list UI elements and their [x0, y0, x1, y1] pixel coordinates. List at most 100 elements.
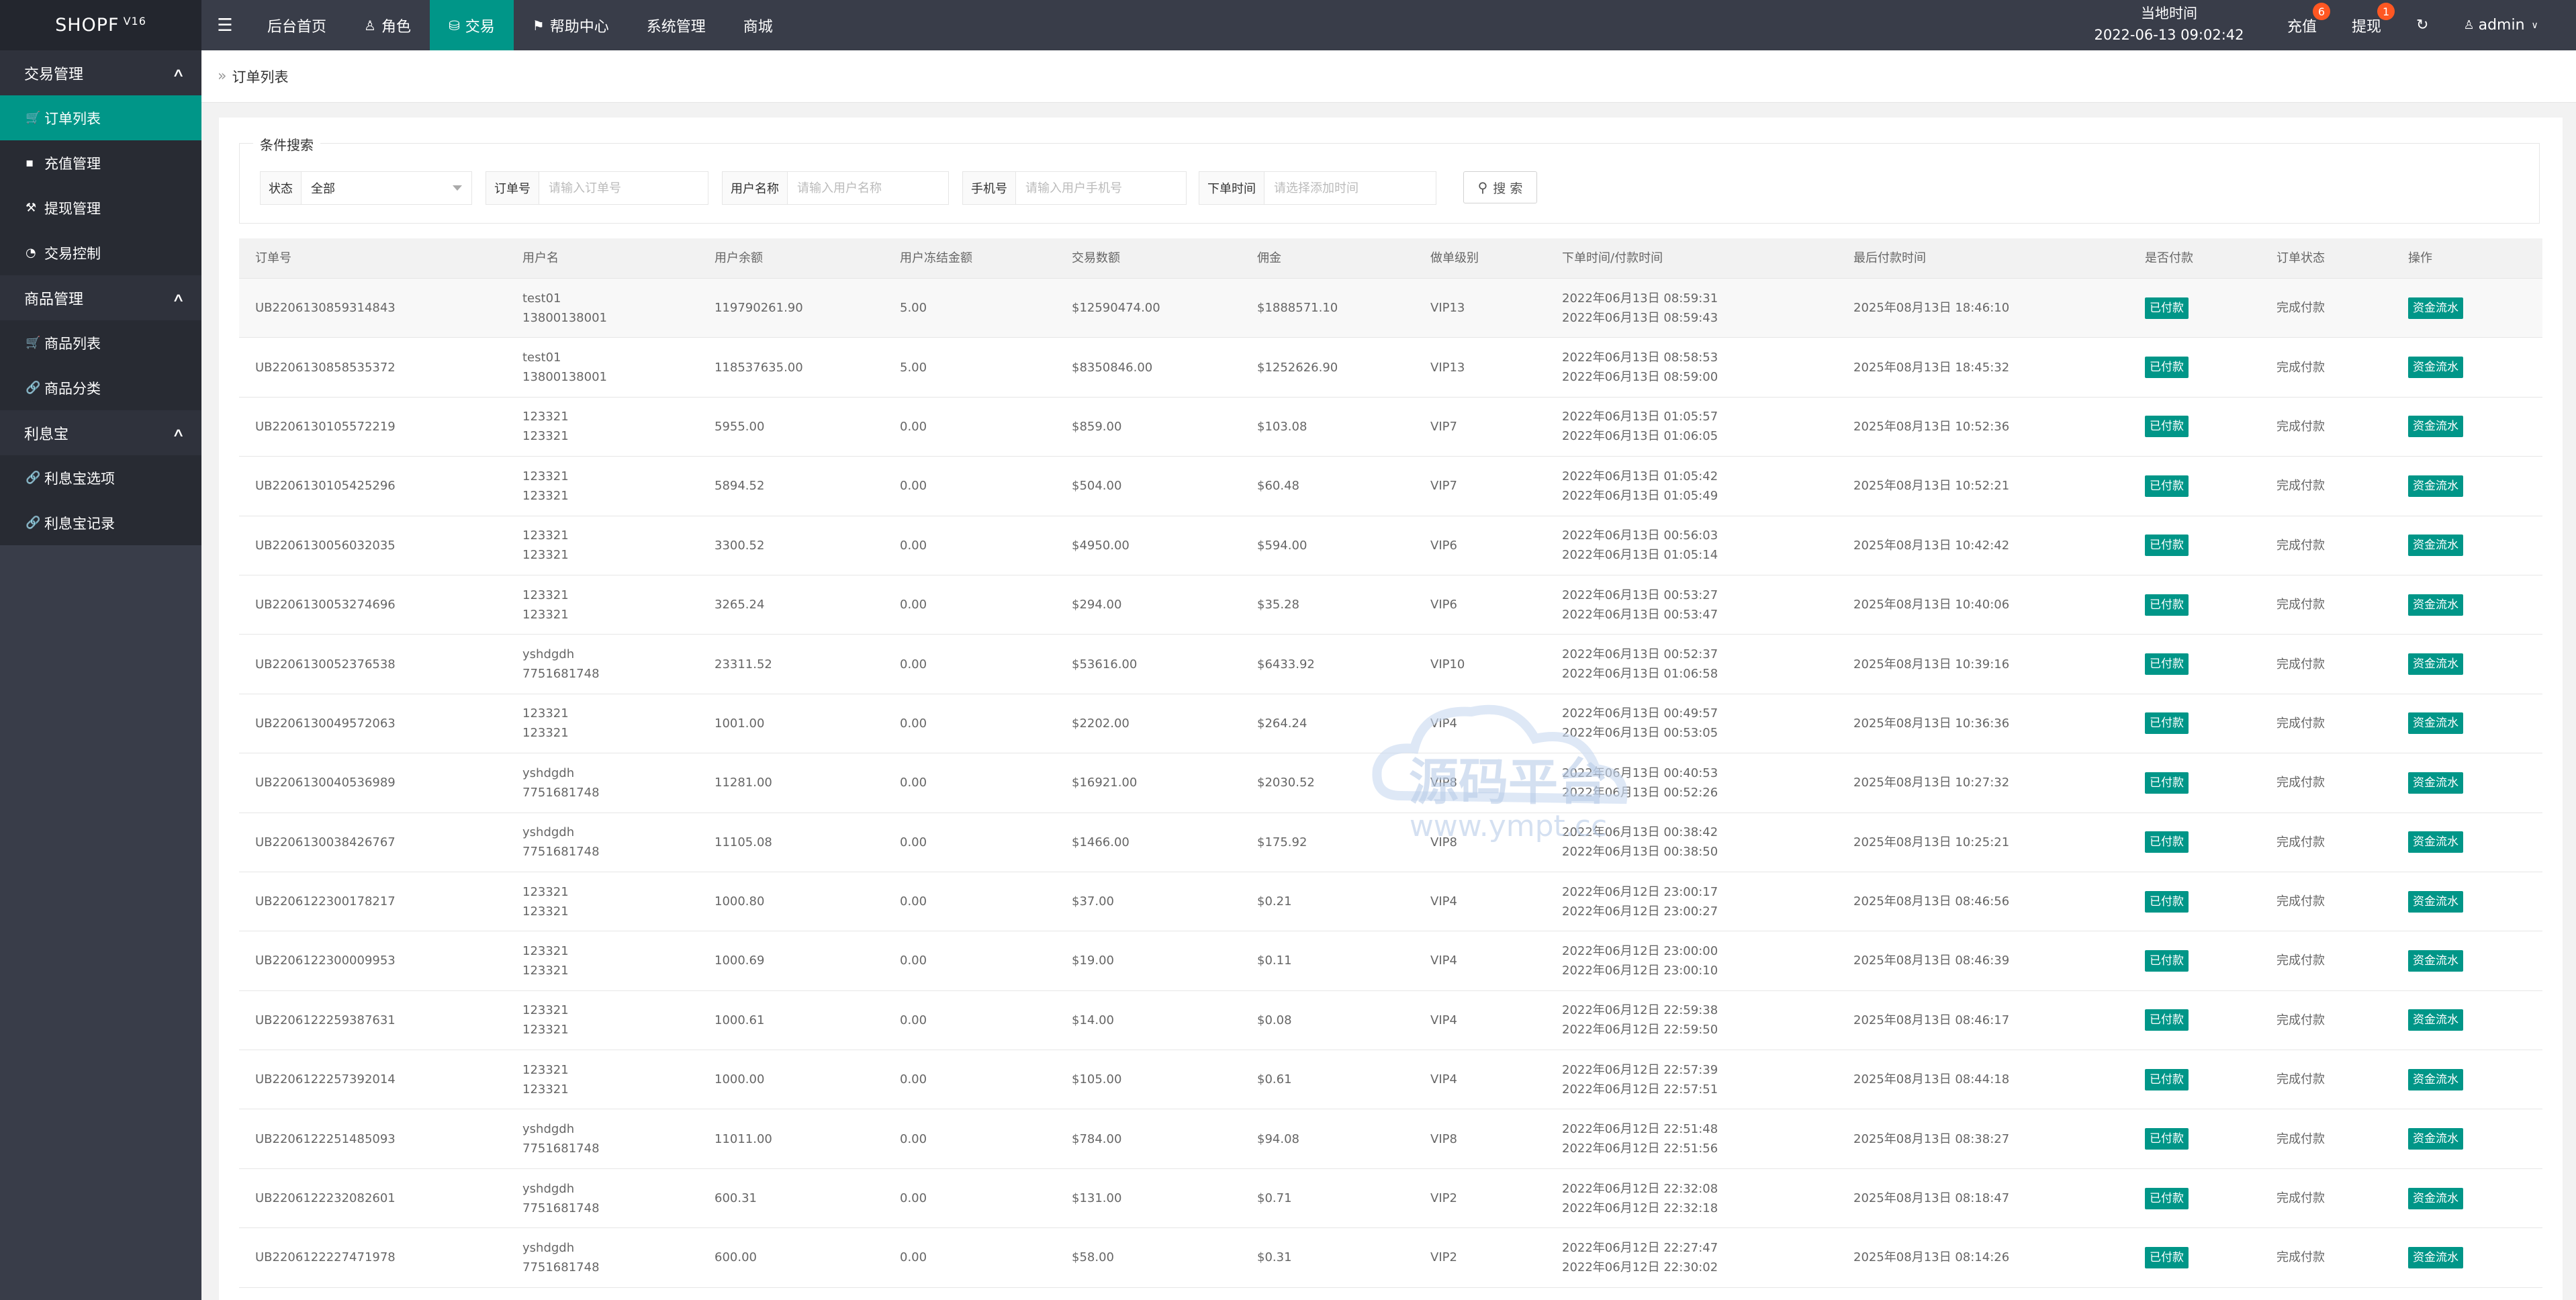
- cell-times: 2022年06月13日 01:05:42 2022年06月13日 01:05:49: [1546, 467, 1837, 506]
- fund-flow-button[interactable]: 资金流水: [2408, 1128, 2463, 1150]
- header-frozen[interactable]: 用户冻结金额: [884, 248, 1056, 268]
- order-no: UB2206122259387631: [255, 1013, 396, 1027]
- withdraw-link[interactable]: 提现 1: [2334, 0, 2399, 50]
- table-row[interactable]: UB2206122300178217 123321 123321 1000.80 0.0…: [239, 872, 2542, 932]
- nav-trade[interactable]: ⛁ 交易: [429, 0, 514, 50]
- fund-flow-button[interactable]: 资金流水: [2408, 475, 2463, 497]
- table-row[interactable]: UB2206130859314843 test01 13800138001 11979…: [239, 279, 2542, 338]
- table-row[interactable]: UB2206130040536989 yshdgdh 7751681748 11281…: [239, 753, 2542, 813]
- header-username[interactable]: 用户名: [506, 248, 698, 268]
- cell-commission: $103.08: [1241, 417, 1414, 436]
- fund-flow-button[interactable]: 资金流水: [2408, 1009, 2463, 1031]
- cell-amount: $14.00: [1056, 1011, 1241, 1030]
- table-row[interactable]: UB2206122259387631 123321 123321 1000.61 0.0…: [239, 990, 2542, 1051]
- fund-flow-button[interactable]: 资金流水: [2408, 535, 2463, 557]
- app-logo[interactable]: SHOPF V16: [0, 0, 201, 50]
- table-row[interactable]: UB2206130056032035 123321 123321 3300.52 0.0…: [239, 516, 2542, 575]
- table-row[interactable]: UB2206122232082601 yshdgdh 7751681748 600.3…: [239, 1169, 2542, 1229]
- cell-order-no: UB2206130040536989: [239, 773, 506, 792]
- time-input[interactable]: [1264, 172, 1436, 204]
- cell-times: 2022年06月13日 00:52:37 2022年06月13日 01:06:58: [1546, 645, 1837, 684]
- order-status: 完成付款: [2276, 776, 2325, 790]
- fund-flow-button[interactable]: 资金流水: [2408, 1068, 2463, 1090]
- fund-flow-button[interactable]: 资金流水: [2408, 594, 2463, 616]
- order-no: UB2206130858535372: [255, 360, 396, 375]
- commission: $0.61: [1257, 1072, 1292, 1087]
- table-row[interactable]: UB2206130053274696 123321 123321 3265.24 0.0…: [239, 575, 2542, 635]
- sidebar-item-interest-options[interactable]: 🔗 利息宝选项: [0, 455, 201, 500]
- table-row[interactable]: UB2206122257392014 123321 123321 1000.00 0.0…: [239, 1050, 2542, 1110]
- table-row[interactable]: UB2206130038426767 yshdgdh 7751681748 11105…: [239, 813, 2542, 872]
- cell-balance: 119790261.90: [698, 298, 884, 318]
- fund-flow-button[interactable]: 资金流水: [2408, 890, 2463, 913]
- sidebar-item-withdraw[interactable]: ⚒ 提现管理: [0, 185, 201, 230]
- nav-home[interactable]: 后台首页: [248, 0, 345, 50]
- header-amount[interactable]: 交易数额: [1056, 248, 1241, 268]
- fund-flow-button[interactable]: 资金流水: [2408, 653, 2463, 676]
- header-commission[interactable]: 佣金: [1241, 248, 1414, 268]
- table-row[interactable]: UB2206130049572063 123321 123321 1001.00 0.0…: [239, 694, 2542, 754]
- refresh-icon[interactable]: ↻: [2399, 0, 2446, 50]
- sidebar-item-orders[interactable]: 🛒 订单列表: [0, 95, 201, 140]
- table-row[interactable]: UB2206122227471978 yshdgdh 7751681748 600.0…: [239, 1228, 2542, 1288]
- nav-system[interactable]: 系统管理: [628, 0, 725, 50]
- phone-input[interactable]: [1016, 172, 1186, 204]
- cell-frozen: 0.00: [884, 417, 1056, 436]
- cell-paid: 已付款: [2129, 831, 2260, 853]
- double-chevron-icon: »: [218, 68, 227, 85]
- order-status: 完成付款: [2276, 1250, 2325, 1265]
- table-row[interactable]: UB2206130105425296 123321 123321 5894.52 0.0…: [239, 457, 2542, 516]
- status-select[interactable]: 全部: [302, 172, 471, 204]
- header-last-pay-time[interactable]: 最后付款时间: [1837, 248, 2129, 268]
- fund-flow-button[interactable]: 资金流水: [2408, 772, 2463, 794]
- sidebar-group-interest[interactable]: 利息宝 ∧: [0, 410, 201, 455]
- fund-flow-button[interactable]: 资金流水: [2408, 297, 2463, 319]
- sidebar-group-goods[interactable]: 商品管理 ∧: [0, 275, 201, 320]
- table-row[interactable]: UB2206130105572219 123321 123321 5955.00 0.0…: [239, 397, 2542, 457]
- search-button[interactable]: ⚲ 搜 索: [1463, 171, 1537, 203]
- fund-flow-button[interactable]: 资金流水: [2408, 831, 2463, 853]
- fund-flow-button[interactable]: 资金流水: [2408, 416, 2463, 438]
- sidebar-item-interest-records[interactable]: 🔗 利息宝记录: [0, 500, 201, 545]
- recharge-link[interactable]: 充值 6: [2270, 0, 2334, 50]
- user-menu[interactable]: ♙ admin ∨: [2446, 0, 2555, 50]
- table-row[interactable]: UB2206122251485093 yshdgdh 7751681748 11011…: [239, 1109, 2542, 1169]
- header-balance[interactable]: 用户余额: [698, 248, 884, 268]
- sidebar-group-trade[interactable]: 交易管理 ∧: [0, 50, 201, 95]
- menu-toggle-icon[interactable]: ☰: [201, 0, 248, 50]
- cell-frozen: 5.00: [884, 358, 1056, 377]
- username-input[interactable]: [788, 172, 948, 204]
- header-status[interactable]: 订单状态: [2260, 248, 2392, 268]
- trade-amount: $131.00: [1072, 1191, 1122, 1206]
- order-status: 完成付款: [2276, 894, 2325, 909]
- trade-amount: $784.00: [1072, 1131, 1122, 1146]
- breadcrumb-current[interactable]: 订单列表: [232, 66, 288, 87]
- header-paid[interactable]: 是否付款: [2129, 248, 2260, 268]
- cell-times: 2022年06月13日 00:49:57 2022年06月13日 00:53:05: [1546, 704, 1837, 743]
- sidebar-item-goods-category[interactable]: 🔗 商品分类: [0, 365, 201, 410]
- fund-flow-button[interactable]: 资金流水: [2408, 357, 2463, 379]
- fund-flow-button[interactable]: 资金流水: [2408, 949, 2463, 972]
- header-level[interactable]: 做单级别: [1414, 248, 1546, 268]
- sidebar-item-label: 提现管理: [44, 200, 101, 217]
- order-input[interactable]: [539, 172, 708, 204]
- nav-mall[interactable]: 商城: [725, 0, 792, 50]
- user-phone: 123321: [522, 904, 569, 919]
- fund-flow-button[interactable]: 资金流水: [2408, 1187, 2463, 1209]
- header-order-no[interactable]: 订单号: [239, 248, 506, 268]
- header-action[interactable]: 操作: [2392, 248, 2542, 268]
- table-row[interactable]: UB2206130052376538 yshdgdh 7751681748 23311…: [239, 635, 2542, 694]
- table-row[interactable]: UB2206130858535372 test01 13800138001 11853…: [239, 338, 2542, 398]
- fund-flow-button[interactable]: 资金流水: [2408, 1246, 2463, 1268]
- pay-time: 2022年06月13日 01:06:05: [1562, 429, 1718, 444]
- sidebar-item-goods-list[interactable]: 🛒 商品列表: [0, 320, 201, 365]
- table-row[interactable]: UB2206122300009953 123321 123321 1000.69 0.0…: [239, 931, 2542, 991]
- header-order-time[interactable]: 下单时间/付款时间: [1546, 248, 1837, 268]
- nav-help[interactable]: ⚑ 帮助中心: [514, 0, 628, 50]
- sidebar-item-recharge[interactable]: ▪ 充值管理: [0, 140, 201, 185]
- nav-role[interactable]: ♙ 角色: [345, 0, 430, 50]
- cell-paid: 已付款: [2129, 772, 2260, 794]
- fund-flow-button[interactable]: 资金流水: [2408, 712, 2463, 735]
- sidebar-item-trade-control[interactable]: ◔ 交易控制: [0, 230, 201, 275]
- frozen-amount: 0.00: [900, 776, 927, 790]
